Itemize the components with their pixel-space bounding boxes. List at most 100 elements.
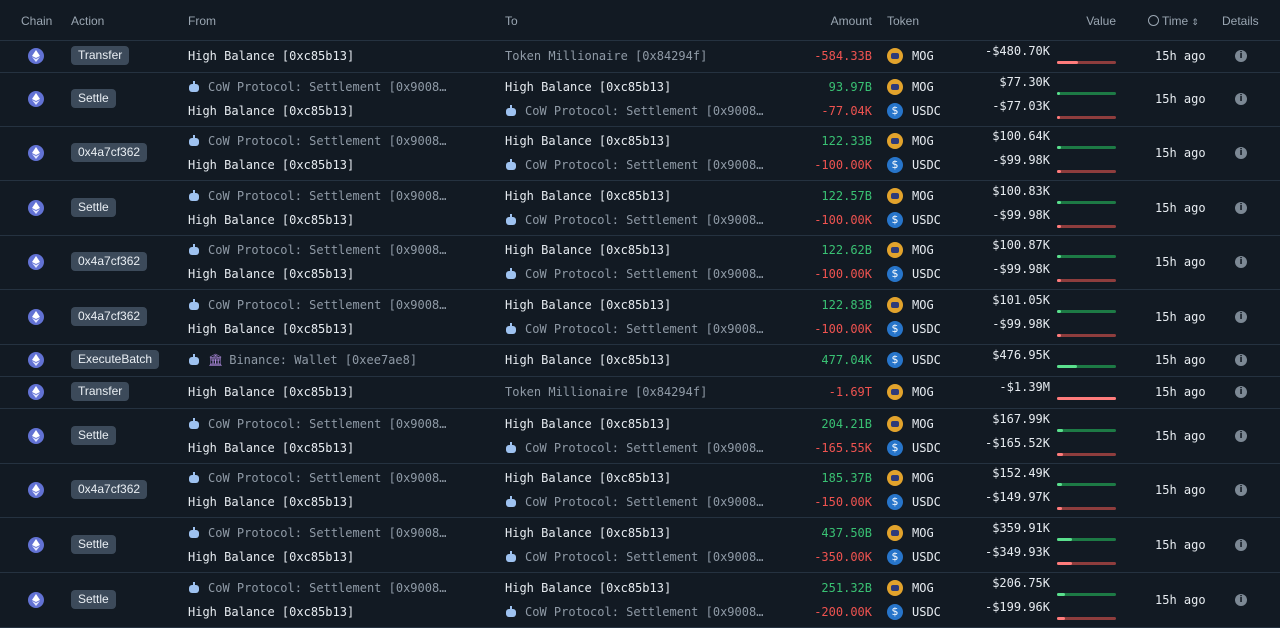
- action-badge[interactable]: 0x4a7cf362: [71, 306, 148, 326]
- to-address[interactable]: CoW Protocol: Settlement [0x9008…: [505, 267, 763, 281]
- to-address[interactable]: High Balance [0xc85b13]: [505, 471, 671, 485]
- to-address[interactable]: High Balance [0xc85b13]: [505, 417, 671, 431]
- to-address[interactable]: High Balance [0xc85b13]: [505, 353, 671, 367]
- info-icon[interactable]: i: [1235, 354, 1247, 366]
- action-badge[interactable]: Transfer: [71, 382, 130, 401]
- from-address[interactable]: High Balance [0xc85b13]: [188, 49, 354, 63]
- action-badge[interactable]: ExecuteBatch: [71, 350, 160, 369]
- to-address[interactable]: CoW Protocol: Settlement [0x9008…: [505, 158, 763, 172]
- token[interactable]: MOG: [887, 383, 934, 401]
- token[interactable]: USDC: [887, 320, 941, 338]
- info-icon[interactable]: i: [1235, 386, 1247, 398]
- table-row[interactable]: Settle CoW Protocol: Settlement [0x9008… H…: [0, 572, 1280, 628]
- table-row[interactable]: Transfer High Balance [0xc85b13] Token Mil…: [0, 376, 1280, 409]
- info-icon[interactable]: i: [1235, 538, 1247, 551]
- to-address[interactable]: Token Millionaire [0x84294f]: [505, 385, 707, 399]
- col-time-sort[interactable]: Time ⇕: [1148, 14, 1199, 28]
- token[interactable]: USDC: [887, 493, 941, 511]
- info-icon[interactable]: i: [1235, 484, 1247, 496]
- action-badge[interactable]: Settle: [71, 534, 116, 554]
- token[interactable]: MOG: [887, 187, 934, 205]
- action-badge[interactable]: Transfer: [71, 46, 130, 65]
- token[interactable]: USDC: [887, 351, 941, 369]
- action-badge[interactable]: Settle: [71, 89, 116, 108]
- from-address[interactable]: CoW Protocol: Settlement [0x9008…: [188, 581, 446, 595]
- table-row[interactable]: Settle CoW Protocol: Settlement [0x9008… H…: [0, 72, 1280, 127]
- to-address[interactable]: CoW Protocol: Settlement [0x9008…: [505, 322, 763, 336]
- token[interactable]: USDC: [887, 603, 941, 621]
- token[interactable]: USDC: [887, 211, 941, 229]
- from-address[interactable]: High Balance [0xc85b13]: [188, 322, 354, 336]
- token[interactable]: USDC: [887, 265, 941, 283]
- to-address[interactable]: CoW Protocol: Settlement [0x9008…: [505, 605, 763, 619]
- action-badge[interactable]: Settle: [71, 589, 116, 609]
- token[interactable]: USDC: [887, 548, 941, 566]
- token[interactable]: MOG: [887, 47, 934, 65]
- from-address[interactable]: High Balance [0xc85b13]: [188, 495, 354, 509]
- to-address[interactable]: CoW Protocol: Settlement [0x9008…: [505, 104, 763, 118]
- from-address[interactable]: High Balance [0xc85b13]: [188, 158, 354, 172]
- from-address[interactable]: CoW Protocol: Settlement [0x9008…: [188, 526, 446, 540]
- table-row[interactable]: Settle CoW Protocol: Settlement [0x9008… H…: [0, 180, 1280, 236]
- from-address[interactable]: CoW Protocol: Settlement [0x9008…: [188, 471, 446, 485]
- action-badge[interactable]: 0x4a7cf362: [71, 252, 148, 271]
- table-row[interactable]: ExecuteBatch 🏛 Binance: Wallet [0xee7ae8] H…: [0, 344, 1280, 377]
- token[interactable]: MOG: [887, 469, 934, 487]
- table-row[interactable]: 0x4a7cf362 CoW Protocol: Settlement [0x90…: [0, 463, 1280, 518]
- info-icon[interactable]: i: [1235, 201, 1247, 214]
- token[interactable]: MOG: [887, 241, 934, 259]
- from-address[interactable]: CoW Protocol: Settlement [0x9008…: [188, 417, 446, 431]
- to-address[interactable]: High Balance [0xc85b13]: [505, 581, 671, 595]
- to-address[interactable]: CoW Protocol: Settlement [0x9008…: [505, 495, 763, 509]
- from-address[interactable]: High Balance [0xc85b13]: [188, 385, 354, 399]
- from-address[interactable]: 🏛 Binance: Wallet [0xee7ae8]: [188, 353, 417, 367]
- from-address[interactable]: High Balance [0xc85b13]: [188, 104, 354, 118]
- info-icon[interactable]: i: [1235, 310, 1247, 323]
- token[interactable]: MOG: [887, 78, 934, 96]
- from-address[interactable]: High Balance [0xc85b13]: [188, 605, 354, 619]
- table-row[interactable]: Settle CoW Protocol: Settlement [0x9008… H…: [0, 517, 1280, 573]
- info-icon[interactable]: i: [1235, 429, 1247, 442]
- from-address[interactable]: CoW Protocol: Settlement [0x9008…: [188, 243, 446, 257]
- from-address[interactable]: CoW Protocol: Settlement [0x9008…: [188, 189, 446, 203]
- to-address[interactable]: High Balance [0xc85b13]: [505, 243, 671, 257]
- to-address[interactable]: High Balance [0xc85b13]: [505, 298, 671, 312]
- info-icon[interactable]: i: [1235, 593, 1247, 606]
- info-icon[interactable]: i: [1235, 256, 1247, 268]
- token[interactable]: MOG: [887, 132, 934, 150]
- to-address[interactable]: High Balance [0xc85b13]: [505, 80, 671, 94]
- to-address[interactable]: Token Millionaire [0x84294f]: [505, 49, 707, 63]
- info-icon[interactable]: i: [1235, 50, 1247, 62]
- from-address[interactable]: CoW Protocol: Settlement [0x9008…: [188, 134, 446, 148]
- token[interactable]: USDC: [887, 156, 941, 174]
- action-badge[interactable]: Settle: [71, 197, 116, 217]
- token[interactable]: MOG: [887, 296, 934, 314]
- to-address[interactable]: High Balance [0xc85b13]: [505, 526, 671, 540]
- from-address[interactable]: High Balance [0xc85b13]: [188, 550, 354, 564]
- action-badge[interactable]: Settle: [71, 425, 116, 445]
- info-icon[interactable]: i: [1235, 93, 1247, 105]
- from-address[interactable]: CoW Protocol: Settlement [0x9008…: [188, 298, 446, 312]
- from-address[interactable]: High Balance [0xc85b13]: [188, 267, 354, 281]
- from-address[interactable]: High Balance [0xc85b13]: [188, 213, 354, 227]
- token[interactable]: MOG: [887, 415, 934, 433]
- from-address[interactable]: CoW Protocol: Settlement [0x9008…: [188, 80, 446, 94]
- table-row[interactable]: 0x4a7cf362 CoW Protocol: Settlement [0x90…: [0, 126, 1280, 181]
- to-address[interactable]: High Balance [0xc85b13]: [505, 189, 671, 203]
- token[interactable]: MOG: [887, 524, 934, 542]
- to-address[interactable]: CoW Protocol: Settlement [0x9008…: [505, 213, 763, 227]
- to-address[interactable]: CoW Protocol: Settlement [0x9008…: [505, 441, 763, 455]
- from-address[interactable]: High Balance [0xc85b13]: [188, 441, 354, 455]
- token[interactable]: USDC: [887, 102, 941, 120]
- token[interactable]: MOG: [887, 579, 934, 597]
- table-row[interactable]: 0x4a7cf362 CoW Protocol: Settlement [0x90…: [0, 235, 1280, 290]
- to-address[interactable]: High Balance [0xc85b13]: [505, 134, 671, 148]
- table-row[interactable]: Transfer High Balance [0xc85b13] Token Mil…: [0, 40, 1280, 73]
- action-badge[interactable]: 0x4a7cf362: [71, 480, 148, 499]
- action-badge[interactable]: 0x4a7cf362: [71, 143, 148, 162]
- to-address[interactable]: CoW Protocol: Settlement [0x9008…: [505, 550, 763, 564]
- token[interactable]: USDC: [887, 439, 941, 457]
- table-row[interactable]: Settle CoW Protocol: Settlement [0x9008… H…: [0, 408, 1280, 464]
- info-icon[interactable]: i: [1235, 147, 1247, 159]
- table-row[interactable]: 0x4a7cf362 CoW Protocol: Settlement [0x90…: [0, 289, 1280, 345]
